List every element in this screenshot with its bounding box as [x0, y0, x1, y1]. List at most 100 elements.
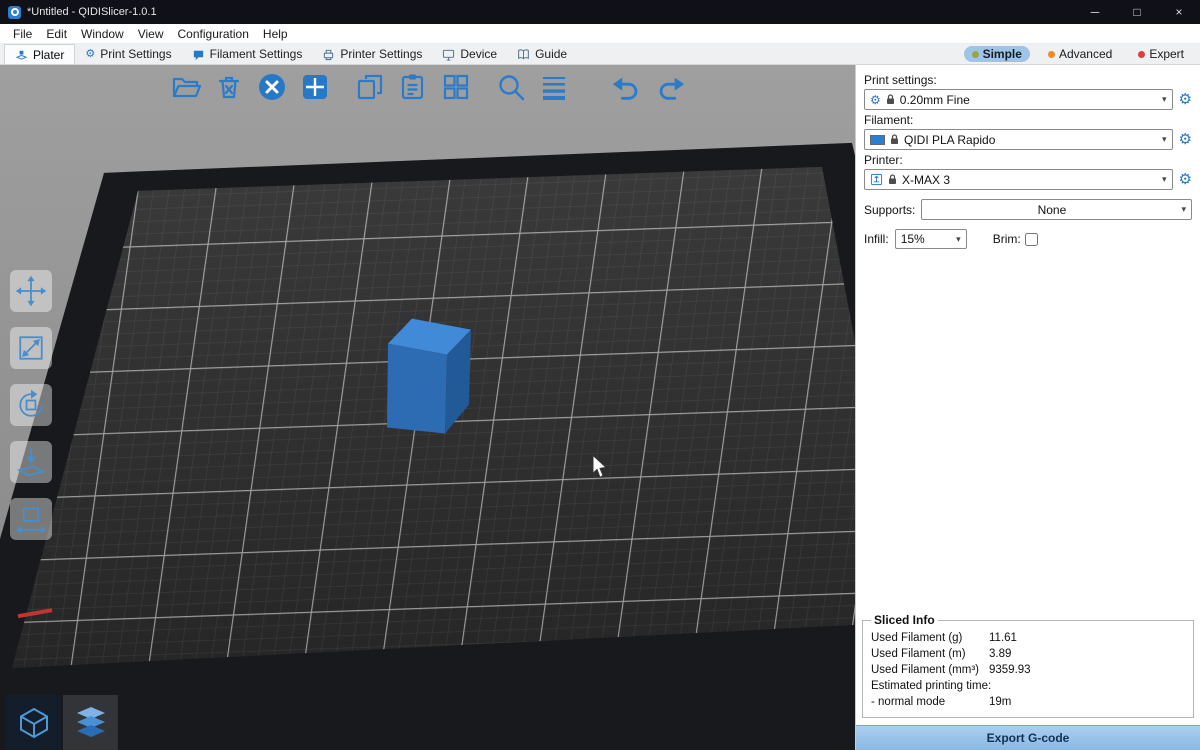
infill-select[interactable]: 15% ▾ [895, 229, 967, 249]
tab-plater[interactable]: Plater [4, 44, 75, 64]
plater-icon [15, 48, 28, 61]
measure-icon [14, 502, 48, 536]
menu-help[interactable]: Help [256, 25, 295, 43]
settings-sidebar: Print settings: ⚙ 0.20mm Fine ▾ ⚙ Filame… [855, 65, 1200, 750]
sliced-info-row: - normal mode 19m [871, 696, 1185, 708]
expert-mode-dot-icon [1138, 51, 1145, 58]
gear-icon: ⚙ [870, 94, 881, 106]
copy-button[interactable] [353, 70, 387, 104]
printer-gear-button[interactable]: ⚙ [1179, 172, 1192, 187]
variable-layer-height-button[interactable] [537, 70, 571, 104]
dropdown-caret-icon: ▾ [1162, 134, 1167, 145]
dropdown-caret-icon: ▾ [1181, 204, 1186, 215]
printer-label: Printer: [864, 153, 1192, 167]
device-monitor-icon [442, 48, 455, 61]
print-settings-gear-button[interactable]: ⚙ [1179, 92, 1192, 107]
mode-simple[interactable]: Simple [964, 46, 1030, 62]
menu-configuration[interactable]: Configuration [171, 25, 256, 43]
supports-value: None [1038, 203, 1067, 217]
delete-all-button[interactable] [255, 70, 289, 104]
printer-select[interactable]: X-MAX 3 ▾ [864, 169, 1173, 190]
undo-button[interactable] [610, 70, 644, 104]
supports-select[interactable]: None ▾ [921, 199, 1192, 220]
tab-print-settings[interactable]: ⚙ Print Settings [75, 44, 181, 64]
filament-gear-button[interactable]: ⚙ [1179, 132, 1192, 147]
viewport-3d[interactable] [0, 65, 855, 750]
guide-book-icon [517, 48, 530, 61]
sliced-info-row: Used Filament (mm³) 9359.93 [871, 664, 1185, 676]
split-objects-button[interactable] [439, 70, 473, 104]
advanced-mode-dot-icon [1048, 51, 1055, 58]
sliced-info-row: Estimated printing time: [871, 680, 1185, 692]
open-folder-icon [171, 72, 201, 102]
measure-tool-button[interactable] [10, 498, 52, 540]
gear-icon: ⚙ [85, 49, 95, 60]
sliced-info-title: Sliced Info [871, 613, 938, 627]
supports-label: Supports: [864, 203, 915, 217]
brim-label: Brim: [993, 232, 1021, 246]
tab-guide[interactable]: Guide [507, 44, 577, 64]
printer-icon [870, 173, 883, 186]
dropdown-caret-icon: ▾ [1162, 174, 1167, 185]
menu-window[interactable]: Window [74, 25, 131, 43]
title-bar: *Untitled - QIDISlicer-1.0.1 ─ □ × [0, 0, 1200, 24]
app-window: *Untitled - QIDISlicer-1.0.1 ─ □ × File … [0, 0, 1200, 750]
mode-expert[interactable]: Expert [1130, 46, 1192, 62]
viewport-toolbar [169, 70, 687, 104]
tab-filament-settings[interactable]: Filament Settings [182, 44, 313, 64]
filament-select[interactable]: QIDI PLA Rapido ▾ [864, 129, 1173, 150]
arrange-button[interactable] [298, 70, 332, 104]
sidebar-spacer [856, 249, 1200, 609]
minimize-button[interactable]: ─ [1074, 0, 1116, 24]
split-objects-icon [441, 72, 471, 102]
menu-file[interactable]: File [6, 25, 39, 43]
delete-all-icon [257, 72, 287, 102]
rotate-tool-button[interactable] [10, 384, 52, 426]
infill-label: Infill: [864, 232, 889, 246]
dropdown-caret-icon: ▾ [1162, 94, 1167, 105]
maximize-button[interactable]: □ [1116, 0, 1158, 24]
preview-view-button[interactable] [63, 695, 118, 750]
delete-trash-icon [214, 72, 244, 102]
window-title: *Untitled - QIDISlicer-1.0.1 [27, 6, 157, 18]
open-file-button[interactable] [169, 70, 203, 104]
menu-view[interactable]: View [131, 25, 171, 43]
brim-checkbox[interactable] [1025, 233, 1038, 246]
gizmo-toolbar [10, 270, 52, 540]
print-settings-select[interactable]: ⚙ 0.20mm Fine ▾ [864, 89, 1173, 110]
view-switcher [6, 695, 118, 750]
filament-label: Filament: [864, 113, 1192, 127]
print-settings-value: 0.20mm Fine [900, 93, 970, 107]
model-cube[interactable] [387, 319, 471, 434]
delete-button[interactable] [212, 70, 246, 104]
paste-button[interactable] [396, 70, 430, 104]
simple-mode-dot-icon [972, 51, 979, 58]
preview-layers-icon [71, 703, 111, 743]
lock-icon [888, 174, 897, 185]
rotate-icon [14, 388, 48, 422]
move-tool-button[interactable] [10, 270, 52, 312]
tab-printer-settings[interactable]: Printer Settings [312, 44, 432, 64]
arrange-grid-icon [300, 72, 330, 102]
search-button[interactable] [494, 70, 528, 104]
scale-tool-button[interactable] [10, 327, 52, 369]
printer-value: X-MAX 3 [902, 173, 950, 187]
filament-color-swatch [870, 135, 885, 145]
place-on-face-tool-button[interactable] [10, 441, 52, 483]
menu-edit[interactable]: Edit [39, 25, 74, 43]
sliced-info-row: Used Filament (m) 3.89 [871, 648, 1185, 660]
filament-value: QIDI PLA Rapido [904, 133, 995, 147]
build-plate-scene[interactable] [0, 65, 855, 750]
editor-view-button[interactable] [6, 695, 61, 750]
redo-button[interactable] [653, 70, 687, 104]
menu-bar: File Edit Window View Configuration Help [0, 24, 1200, 44]
lock-icon [886, 94, 895, 105]
mode-advanced[interactable]: Advanced [1040, 46, 1120, 62]
mode-switcher: Simple Advanced Expert [964, 44, 1200, 64]
tab-device[interactable]: Device [432, 44, 507, 64]
close-button[interactable]: × [1158, 0, 1200, 24]
sliced-info-panel: Sliced Info Used Filament (g) 11.61 Used… [862, 613, 1194, 718]
scale-icon [14, 331, 48, 365]
search-icon [496, 72, 526, 102]
export-gcode-button[interactable]: Export G-code [856, 725, 1200, 750]
